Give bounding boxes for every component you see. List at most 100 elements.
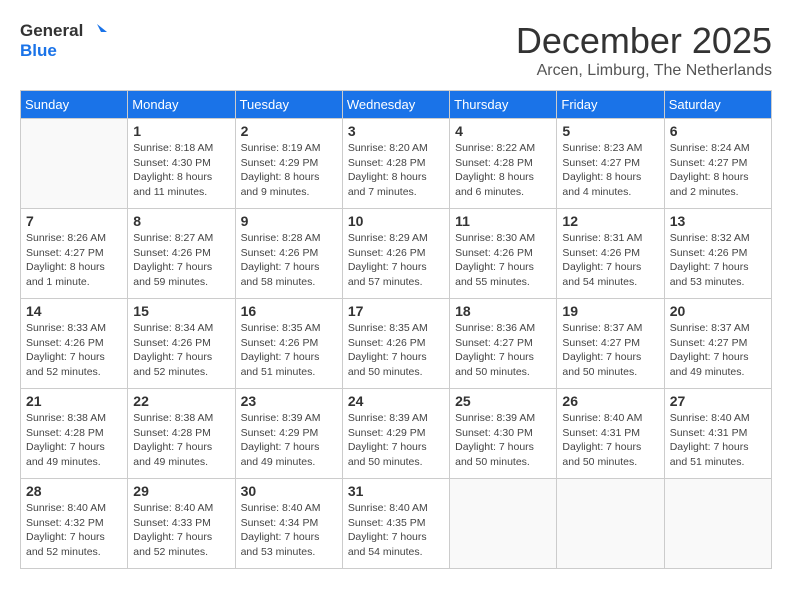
cell-w1-d6: 5Sunrise: 8:23 AMSunset: 4:27 PMDaylight… (557, 119, 664, 209)
cell-w3-d7: 20 Sunrise: 8:37 AMSunset: 4:27 PMDayligh… (664, 299, 771, 389)
cell-w5-d2: 29 Sunrise: 8:40 AMSunset: 4:33 PMDayligh… (128, 479, 235, 569)
day-number: 20 (670, 303, 766, 319)
cell-info-text: Sunrise: 8:40 AMSunset: 4:35 PMDaylight:… (348, 501, 444, 560)
cell-info-text: Sunrise: 8:38 AMSunset: 4:28 PMDaylight:… (133, 411, 229, 470)
cell-info-text: Sunrise: 8:40 AMSunset: 4:34 PMDaylight:… (241, 501, 337, 560)
day-number: 26 (562, 393, 658, 409)
day-number: 31 (348, 483, 444, 499)
cell-info-text: Sunrise: 8:40 AMSunset: 4:31 PMDaylight:… (562, 411, 658, 470)
cell-info-text: Sunrise: 8:37 AMSunset: 4:27 PMDaylight:… (670, 321, 766, 380)
cell-info-text: Sunrise: 8:29 AMSunset: 4:26 PMDaylight:… (348, 231, 444, 290)
week-row-4: 21 Sunrise: 8:38 AMSunset: 4:28 PMDayligh… (21, 389, 772, 479)
header-saturday: Saturday (664, 91, 771, 119)
day-number: 29 (133, 483, 229, 499)
day-number: 25 (455, 393, 551, 409)
title-area: December 2025 Arcen, Limburg, The Nether… (516, 20, 772, 80)
cell-w4-d4: 24 Sunrise: 8:39 AMSunset: 4:29 PMDayligh… (342, 389, 449, 479)
cell-w3-d3: 16 Sunrise: 8:35 AMSunset: 4:26 PMDayligh… (235, 299, 342, 389)
day-number: 24 (348, 393, 444, 409)
day-number: 17 (348, 303, 444, 319)
day-number: 14 (26, 303, 122, 319)
day-number: 11 (455, 213, 551, 229)
day-number: 2 (241, 123, 337, 139)
cell-info-text: Sunrise: 8:24 AMSunset: 4:27 PMDaylight:… (670, 141, 766, 200)
day-number: 21 (26, 393, 122, 409)
day-number: 4 (455, 123, 551, 139)
cell-info-text: Sunrise: 8:19 AMSunset: 4:29 PMDaylight:… (241, 141, 337, 200)
week-row-5: 28Sunrise: 8:40 AMSunset: 4:32 PMDayligh… (21, 479, 772, 569)
cell-info-text: Sunrise: 8:40 AMSunset: 4:31 PMDaylight:… (670, 411, 766, 470)
header-sunday: Sunday (21, 91, 128, 119)
cell-w1-d3: 2 Sunrise: 8:19 AMSunset: 4:29 PMDaylight… (235, 119, 342, 209)
cell-w4-d5: 25Sunrise: 8:39 AMSunset: 4:30 PMDayligh… (450, 389, 557, 479)
header-friday: Friday (557, 91, 664, 119)
cell-info-text: Sunrise: 8:33 AMSunset: 4:26 PMDaylight:… (26, 321, 122, 380)
cell-info-text: Sunrise: 8:40 AMSunset: 4:33 PMDaylight:… (133, 501, 229, 560)
week-row-1: 1 Sunrise: 8:18 AMSunset: 4:30 PMDaylight… (21, 119, 772, 209)
cell-w1-d5: 4 Sunrise: 8:22 AMSunset: 4:28 PMDaylight… (450, 119, 557, 209)
cell-w4-d7: 27Sunrise: 8:40 AMSunset: 4:31 PMDayligh… (664, 389, 771, 479)
cell-info-text: Sunrise: 8:20 AMSunset: 4:28 PMDaylight:… (348, 141, 444, 200)
logo-bird-icon (85, 20, 107, 42)
cell-info-text: Sunrise: 8:36 AMSunset: 4:27 PMDaylight:… (455, 321, 551, 380)
month-title: December 2025 (516, 20, 772, 62)
logo: General Blue (20, 20, 107, 61)
cell-w3-d6: 19 Sunrise: 8:37 AMSunset: 4:27 PMDayligh… (557, 299, 664, 389)
day-number: 16 (241, 303, 337, 319)
cell-info-text: Sunrise: 8:35 AMSunset: 4:26 PMDaylight:… (241, 321, 337, 380)
cell-w4-d6: 26 Sunrise: 8:40 AMSunset: 4:31 PMDayligh… (557, 389, 664, 479)
cell-w4-d3: 23 Sunrise: 8:39 AMSunset: 4:29 PMDayligh… (235, 389, 342, 479)
cell-info-text: Sunrise: 8:39 AMSunset: 4:29 PMDaylight:… (241, 411, 337, 470)
cell-info-text: Sunrise: 8:31 AMSunset: 4:26 PMDaylight:… (562, 231, 658, 290)
cell-w3-d5: 18 Sunrise: 8:36 AMSunset: 4:27 PMDayligh… (450, 299, 557, 389)
cell-info-text: Sunrise: 8:28 AMSunset: 4:26 PMDaylight:… (241, 231, 337, 290)
day-number: 7 (26, 213, 122, 229)
logo-text-blue: Blue (20, 42, 107, 61)
day-number: 19 (562, 303, 658, 319)
cell-info-text: Sunrise: 8:35 AMSunset: 4:26 PMDaylight:… (348, 321, 444, 380)
cell-info-text: Sunrise: 8:34 AMSunset: 4:26 PMDaylight:… (133, 321, 229, 380)
cell-info-text: Sunrise: 8:38 AMSunset: 4:28 PMDaylight:… (26, 411, 122, 470)
cell-w3-d1: 14 Sunrise: 8:33 AMSunset: 4:26 PMDayligh… (21, 299, 128, 389)
day-number: 1 (133, 123, 229, 139)
cell-info-text: Sunrise: 8:18 AMSunset: 4:30 PMDaylight:… (133, 141, 229, 200)
logo-text-general: General (20, 22, 83, 41)
cell-w2-d5: 11Sunrise: 8:30 AMSunset: 4:26 PMDayligh… (450, 209, 557, 299)
week-row-2: 7 Sunrise: 8:26 AMSunset: 4:27 PMDaylight… (21, 209, 772, 299)
cell-w1-d2: 1 Sunrise: 8:18 AMSunset: 4:30 PMDaylight… (128, 119, 235, 209)
day-number: 28 (26, 483, 122, 499)
cell-w5-d5 (450, 479, 557, 569)
cell-w3-d2: 15 Sunrise: 8:34 AMSunset: 4:26 PMDayligh… (128, 299, 235, 389)
weekday-header-row: SundayMondayTuesdayWednesdayThursdayFrid… (21, 91, 772, 119)
cell-w1-d4: 3 Sunrise: 8:20 AMSunset: 4:28 PMDaylight… (342, 119, 449, 209)
day-number: 3 (348, 123, 444, 139)
day-number: 8 (133, 213, 229, 229)
day-number: 10 (348, 213, 444, 229)
cell-w2-d6: 12Sunrise: 8:31 AMSunset: 4:26 PMDayligh… (557, 209, 664, 299)
week-row-3: 14 Sunrise: 8:33 AMSunset: 4:26 PMDayligh… (21, 299, 772, 389)
cell-info-text: Sunrise: 8:37 AMSunset: 4:27 PMDaylight:… (562, 321, 658, 380)
cell-info-text: Sunrise: 8:39 AMSunset: 4:29 PMDaylight:… (348, 411, 444, 470)
day-number: 5 (562, 123, 658, 139)
cell-w1-d7: 6 Sunrise: 8:24 AMSunset: 4:27 PMDaylight… (664, 119, 771, 209)
header-tuesday: Tuesday (235, 91, 342, 119)
day-number: 18 (455, 303, 551, 319)
day-number: 6 (670, 123, 766, 139)
cell-info-text: Sunrise: 8:32 AMSunset: 4:26 PMDaylight:… (670, 231, 766, 290)
day-number: 22 (133, 393, 229, 409)
cell-w5-d4: 31 Sunrise: 8:40 AMSunset: 4:35 PMDayligh… (342, 479, 449, 569)
day-number: 30 (241, 483, 337, 499)
day-number: 13 (670, 213, 766, 229)
day-number: 15 (133, 303, 229, 319)
header: General Blue December 2025 Arcen, Limbur… (20, 20, 772, 80)
cell-w2-d2: 8Sunrise: 8:27 AMSunset: 4:26 PMDaylight… (128, 209, 235, 299)
cell-w4-d1: 21 Sunrise: 8:38 AMSunset: 4:28 PMDayligh… (21, 389, 128, 479)
header-monday: Monday (128, 91, 235, 119)
day-number: 23 (241, 393, 337, 409)
cell-info-text: Sunrise: 8:22 AMSunset: 4:28 PMDaylight:… (455, 141, 551, 200)
cell-w5-d7 (664, 479, 771, 569)
header-thursday: Thursday (450, 91, 557, 119)
cell-w1-d1 (21, 119, 128, 209)
location-subtitle: Arcen, Limburg, The Netherlands (516, 62, 772, 80)
cell-info-text: Sunrise: 8:26 AMSunset: 4:27 PMDaylight:… (26, 231, 122, 290)
